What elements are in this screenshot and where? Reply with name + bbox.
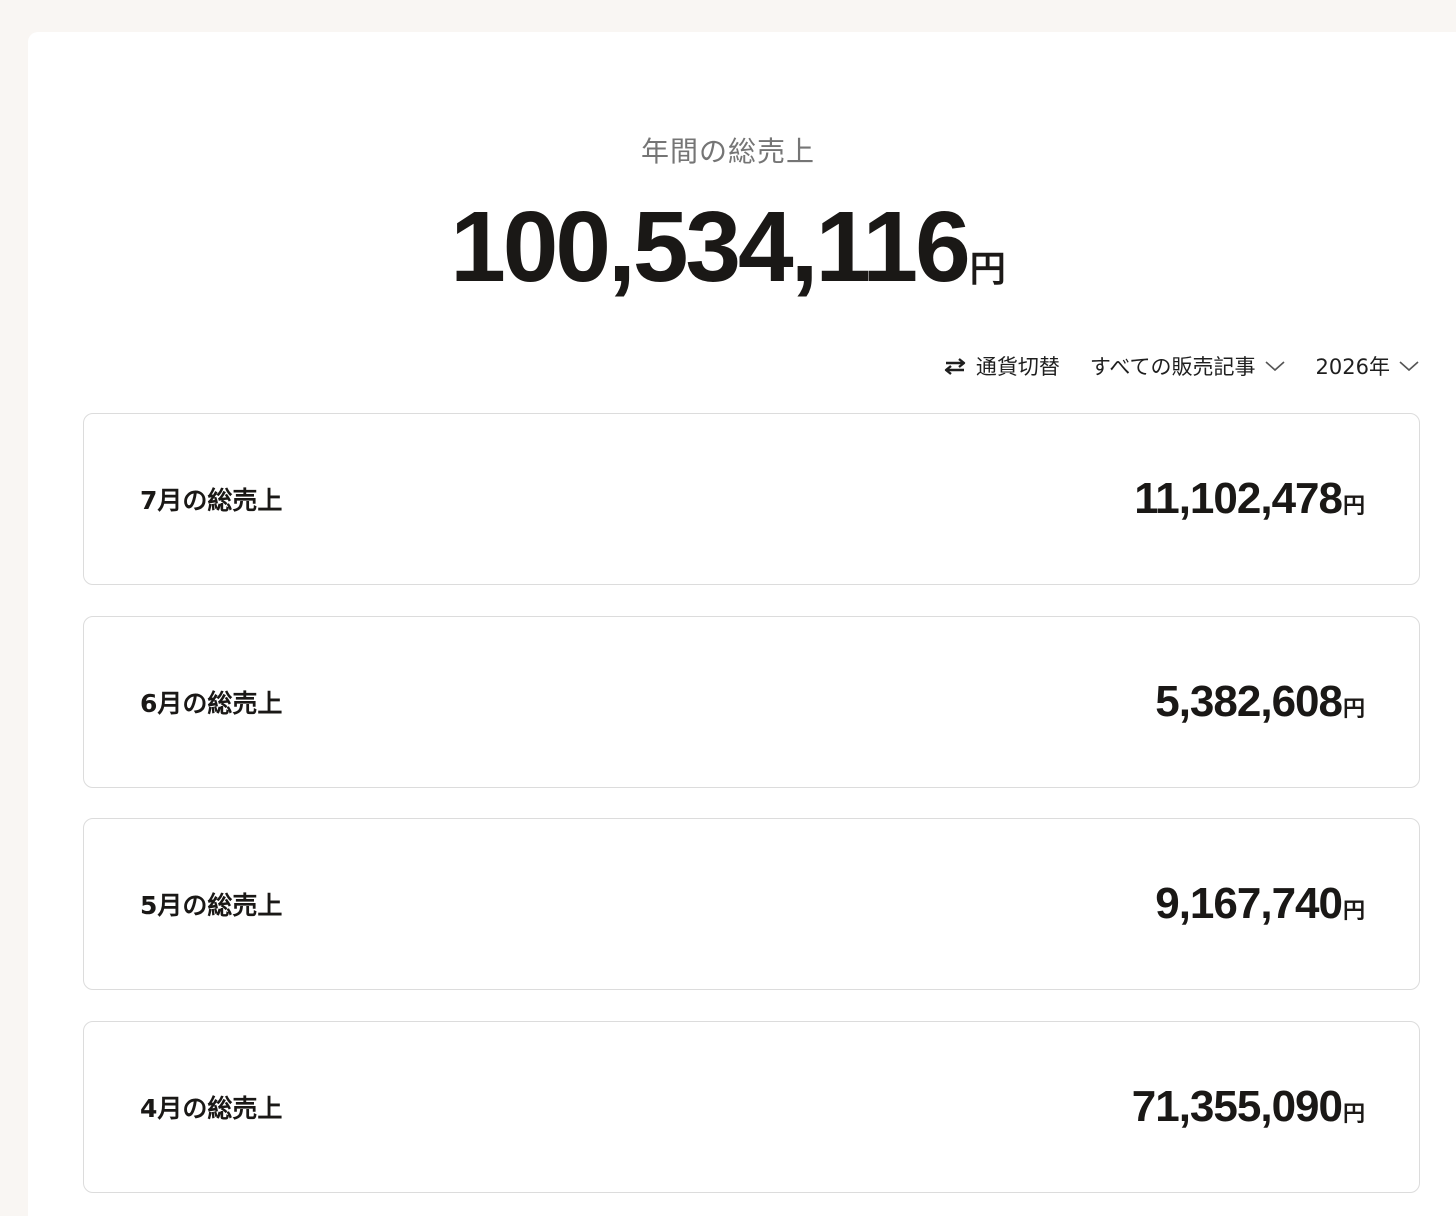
currency-switch-button[interactable]: 通貨切替	[942, 351, 1060, 381]
chevron-down-icon	[1398, 359, 1420, 373]
swap-arrows-icon	[942, 356, 968, 376]
month-sales-label: 7月の総売上	[140, 486, 283, 515]
currency-switch-label: 通貨切替	[975, 355, 1060, 379]
month-sales-value: 11,102,478円	[1134, 474, 1365, 524]
month-sales-unit: 円	[1342, 899, 1365, 924]
annual-sales-unit: 円	[969, 249, 1006, 290]
article-filter-dropdown[interactable]: すべての販売記事	[1090, 351, 1286, 381]
month-sales-card-april[interactable]: 4月の総売上 71,355,090円	[83, 1021, 1420, 1193]
year-select-label: 2026年	[1315, 355, 1390, 379]
month-sales-label: 4月の総売上	[140, 1094, 283, 1123]
month-sales-amount: 11,102,478	[1134, 474, 1343, 523]
month-sales-amount: 71,355,090	[1131, 1082, 1343, 1131]
month-sales-card-june[interactable]: 6月の総売上 5,382,608円	[83, 616, 1420, 788]
annual-sales-amount: 100,534,116	[450, 191, 971, 303]
article-filter-label: すべての販売記事	[1089, 355, 1256, 379]
month-sales-card-may[interactable]: 5月の総売上 9,167,740円	[83, 818, 1420, 990]
month-sales-unit: 円	[1342, 1102, 1365, 1127]
month-sales-value: 5,382,608円	[1155, 677, 1365, 727]
annual-sales-total: 100,534,116円	[0, 190, 1456, 305]
month-sales-value: 71,355,090円	[1132, 1082, 1365, 1132]
year-select-dropdown[interactable]: 2026年	[1316, 351, 1420, 381]
month-sales-label: 6月の総売上	[140, 689, 283, 718]
filter-controls: 通貨切替 すべての販売記事 2026年	[942, 346, 1420, 386]
chevron-down-icon	[1264, 359, 1286, 373]
month-sales-unit: 円	[1342, 494, 1365, 519]
month-sales-amount: 5,382,608	[1155, 677, 1343, 726]
month-sales-label: 5月の総売上	[140, 891, 283, 920]
month-sales-unit: 円	[1342, 697, 1365, 722]
month-sales-value: 9,167,740円	[1155, 879, 1365, 929]
month-sales-amount: 9,167,740	[1155, 879, 1343, 928]
annual-sales-label: 年間の総売上	[640, 135, 815, 168]
month-sales-card-july[interactable]: 7月の総売上 11,102,478円	[83, 413, 1420, 585]
